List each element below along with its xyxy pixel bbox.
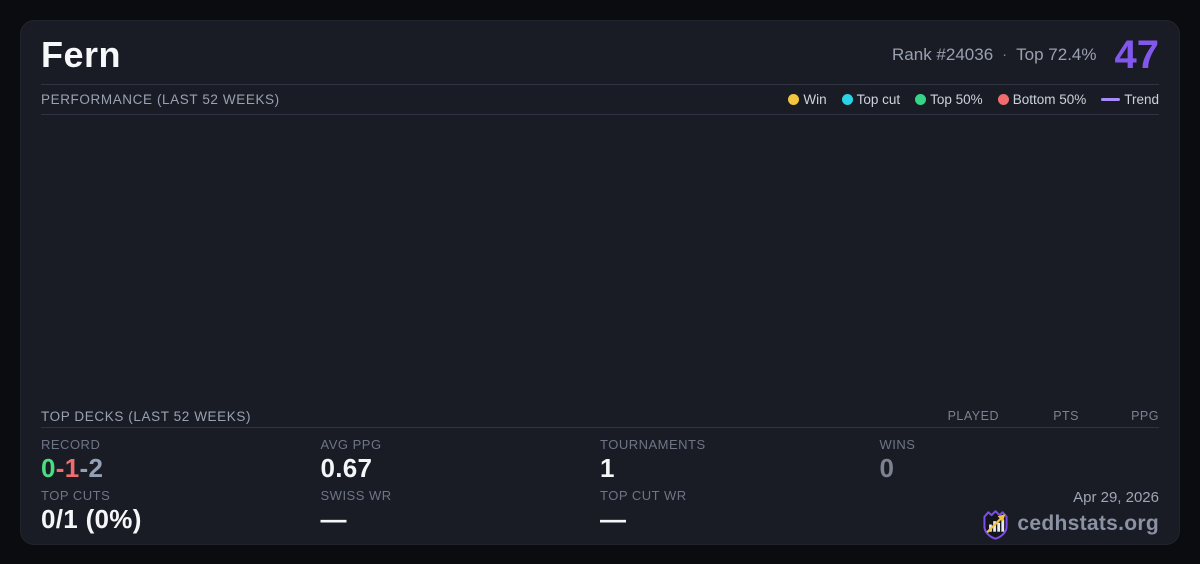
stat-label: SWISS WR — [321, 488, 601, 503]
top-cut-wr-value: — — [600, 505, 880, 534]
legend-item-top-cut: Top cut — [842, 92, 901, 107]
legend-item-bottom-50: Bottom 50% — [998, 92, 1087, 107]
swiss-wr-value: — — [321, 505, 601, 534]
column-header-ppg: PPG — [1079, 409, 1159, 423]
top-decks-section-title: TOP DECKS (LAST 52 WEEKS) — [41, 409, 251, 424]
top-decks-header-row: TOP DECKS (LAST 52 WEEKS) PLAYED PTS PPG — [41, 405, 1159, 428]
stat-top-cuts: TOP CUTS 0/1 (0%) — [41, 488, 321, 540]
win-dot-icon — [788, 94, 799, 105]
legend-label: Top 50% — [930, 92, 983, 107]
tournaments-value: 1 — [600, 454, 880, 483]
legend-label: Top cut — [857, 92, 901, 107]
legend-item-win: Win — [788, 92, 826, 107]
stat-wins: WINS 0 — [880, 437, 1160, 483]
site-branding[interactable]: cedhstats.org — [880, 509, 1160, 540]
stats-grid: RECORD 0-1-2 AVG PPG 0.67 TOURNAMENTS 1 … — [41, 428, 1159, 540]
cedhstats-logo-icon — [982, 509, 1009, 540]
record-losses: 1 — [65, 453, 80, 483]
wins-value: 0 — [880, 454, 1160, 483]
record-separator: - — [56, 453, 65, 483]
player-score: 47 — [1115, 35, 1160, 75]
player-stats-card: Fern Rank #24036 · Top 72.4% 47 PERFORMA… — [20, 20, 1180, 545]
stat-avg-ppg: AVG PPG 0.67 — [321, 437, 601, 483]
stat-swiss-wr: SWISS WR — — [321, 488, 601, 540]
trend-line-icon — [1101, 98, 1120, 101]
stat-label: TOURNAMENTS — [600, 437, 880, 452]
record-draws: 2 — [88, 453, 103, 483]
top-50-dot-icon — [915, 94, 926, 105]
stat-label: TOP CUTS — [41, 488, 321, 503]
card-footer: Apr 29, 2026 cedhstats.org — [880, 488, 1160, 540]
column-header-pts: PTS — [999, 409, 1079, 423]
legend-item-top-50: Top 50% — [915, 92, 983, 107]
performance-section-title: PERFORMANCE (LAST 52 WEEKS) — [41, 92, 280, 107]
legend-item-trend: Trend — [1101, 92, 1159, 107]
column-header-played: PLAYED — [919, 409, 999, 423]
stat-label: TOP CUT WR — [600, 488, 880, 503]
stat-tournaments: TOURNAMENTS 1 — [600, 437, 880, 483]
rank-separator: · — [1002, 46, 1007, 63]
avg-ppg-value: 0.67 — [321, 454, 601, 483]
legend-label: Bottom 50% — [1013, 92, 1087, 107]
top-cut-dot-icon — [842, 94, 853, 105]
record-value: 0-1-2 — [41, 454, 321, 483]
legend-label: Win — [803, 92, 826, 107]
header-right: Rank #24036 · Top 72.4% 47 — [892, 35, 1159, 75]
performance-chart-area — [41, 115, 1159, 405]
top-cuts-value: 0/1 (0%) — [41, 505, 321, 534]
rank-text: Rank #24036 — [892, 45, 993, 65]
stat-label: AVG PPG — [321, 437, 601, 452]
bottom-50-dot-icon — [998, 94, 1009, 105]
record-wins: 0 — [41, 453, 56, 483]
top-percent-text: Top 72.4% — [1016, 45, 1096, 65]
stat-label: RECORD — [41, 437, 321, 452]
stat-record: RECORD 0-1-2 — [41, 437, 321, 483]
rank-line: Rank #24036 · Top 72.4% — [892, 45, 1096, 65]
card-header: Fern Rank #24036 · Top 72.4% 47 — [41, 21, 1159, 85]
stat-label: WINS — [880, 437, 1160, 452]
date-text: Apr 29, 2026 — [880, 489, 1160, 506]
site-name[interactable]: cedhstats.org — [1017, 512, 1159, 536]
player-name: Fern — [41, 34, 121, 76]
top-decks-columns: PLAYED PTS PPG — [919, 409, 1159, 423]
chart-legend: Win Top cut Top 50% Bottom 50% Trend — [788, 92, 1159, 107]
performance-header-row: PERFORMANCE (LAST 52 WEEKS) Win Top cut … — [41, 85, 1159, 115]
stat-top-cut-wr: TOP CUT WR — — [600, 488, 880, 540]
legend-label: Trend — [1124, 92, 1159, 107]
